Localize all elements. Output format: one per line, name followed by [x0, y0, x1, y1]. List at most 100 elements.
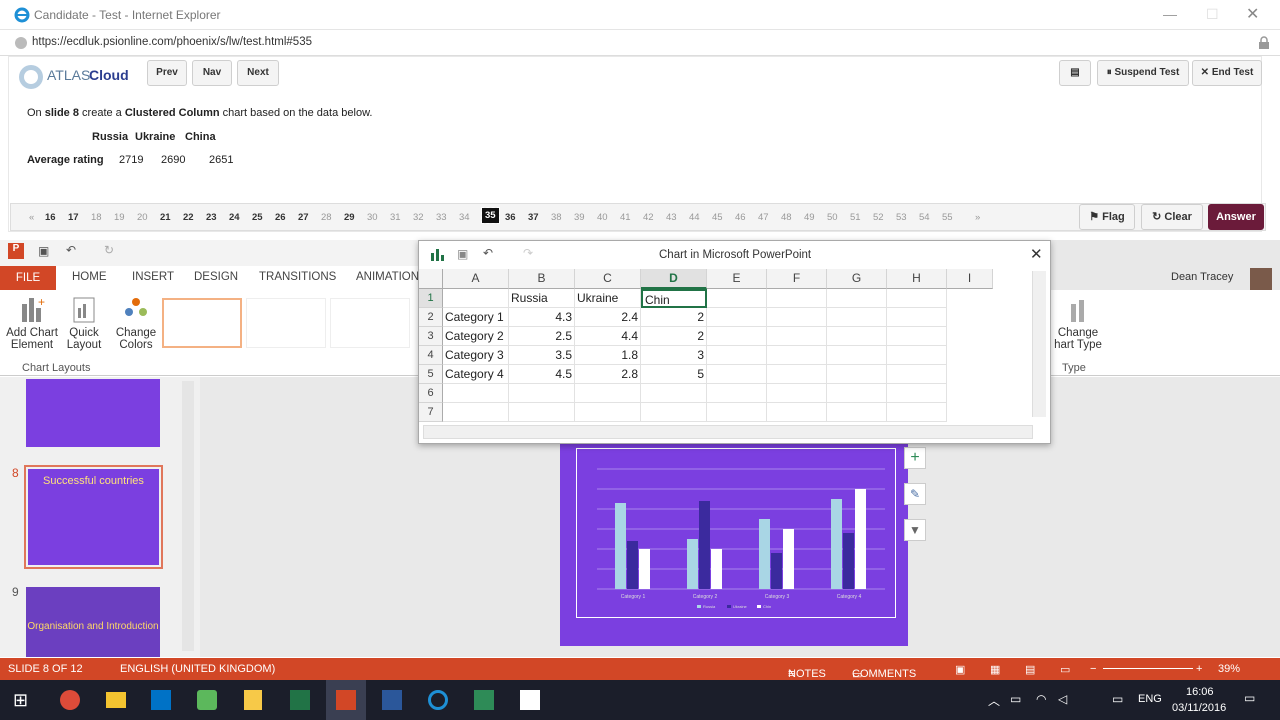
add-chart-element-button[interactable]: + Add Chart Element	[6, 294, 58, 358]
language-indicator[interactable]: ENGLISH (UNITED KINGDOM)	[120, 663, 275, 675]
horizontal-scrollbar[interactable]	[423, 425, 1033, 439]
spreadsheet-cell[interactable]: Category 3	[443, 346, 509, 365]
spreadsheet-cell[interactable]	[887, 308, 947, 327]
volume-icon[interactable]: ◁	[1058, 692, 1067, 706]
undo-icon[interactable]: ↶	[66, 243, 76, 257]
column-header[interactable]: A	[443, 269, 509, 289]
tray-chevron-icon[interactable]: ︿	[988, 692, 1000, 709]
slide-thumbnail-8[interactable]: Successful countries	[24, 465, 163, 569]
spreadsheet-cell[interactable]	[827, 346, 887, 365]
tab-transitions[interactable]: TRANSITIONS	[259, 271, 336, 283]
spreadsheet-cell[interactable]	[767, 308, 827, 327]
suspend-test-button[interactable]: ⏸ Suspend Test	[1097, 60, 1189, 86]
spreadsheet-cell[interactable]: 2	[641, 327, 707, 346]
spreadsheet-cell[interactable]: 4.5	[509, 365, 575, 384]
outlook-icon[interactable]	[151, 690, 171, 710]
spreadsheet-cell[interactable]	[707, 289, 767, 308]
minimize-icon[interactable]: —	[1163, 6, 1177, 22]
spreadsheet-cell[interactable]	[887, 327, 947, 346]
spreadsheet-cell[interactable]	[767, 327, 827, 346]
spreadsheet-cell[interactable]	[887, 384, 947, 403]
chart-style-3[interactable]	[330, 298, 410, 348]
question-link[interactable]: 21	[160, 212, 171, 223]
language-tray[interactable]: ENG	[1138, 693, 1162, 705]
thumbnail-scrollbar[interactable]	[182, 381, 194, 651]
flag-button[interactable]: ⚑ Flag	[1079, 204, 1135, 230]
excel-close-icon[interactable]: ✕	[1030, 245, 1043, 263]
tab-home[interactable]: HOME	[72, 271, 107, 283]
tab-file[interactable]: FILE	[0, 266, 56, 290]
spreadsheet-cell[interactable]	[767, 346, 827, 365]
zoom-slider[interactable]	[1103, 668, 1193, 669]
spreadsheet-cell[interactable]: Chin	[641, 289, 707, 308]
spreadsheet-cell[interactable]	[707, 327, 767, 346]
spreadsheet-cell[interactable]	[827, 403, 887, 422]
maximize-icon[interactable]: ☐	[1206, 6, 1219, 23]
wifi-icon[interactable]: ◠	[1036, 692, 1046, 706]
next-button[interactable]: Next	[237, 60, 279, 86]
excel-app-icon[interactable]	[290, 690, 310, 710]
app-c-white-icon[interactable]	[520, 690, 540, 710]
spreadsheet-cell[interactable]	[767, 384, 827, 403]
question-link[interactable]: 52	[873, 212, 884, 223]
bar-russia-3[interactable]	[759, 519, 770, 589]
spreadsheet-cell[interactable]: 5	[641, 365, 707, 384]
slide-thumbnail-7[interactable]	[26, 379, 160, 447]
question-link[interactable]: 37	[528, 212, 539, 223]
question-link[interactable]: 50	[827, 212, 838, 223]
spreadsheet-cell[interactable]	[707, 346, 767, 365]
row-header[interactable]: 1	[419, 289, 443, 308]
question-link[interactable]: 18	[91, 212, 102, 223]
row-header[interactable]: 2	[419, 308, 443, 327]
spreadsheet-cell[interactable]	[887, 289, 947, 308]
spreadsheet-cell[interactable]: 3.5	[509, 346, 575, 365]
clock-date[interactable]: 03/11/2016	[1172, 702, 1226, 714]
question-link[interactable]: 25	[252, 212, 263, 223]
spreadsheet-cell[interactable]	[767, 403, 827, 422]
question-link[interactable]: 38	[551, 212, 562, 223]
powerpoint-app-icon[interactable]	[336, 690, 356, 710]
spreadsheet-cell[interactable]: 2	[641, 308, 707, 327]
nav-button[interactable]: Nav	[192, 60, 232, 86]
end-test-button[interactable]: ✕ End Test	[1192, 60, 1262, 86]
bar-chin-3[interactable]	[783, 529, 794, 589]
bar-russia-4[interactable]	[831, 499, 842, 589]
question-link[interactable]: 32	[413, 212, 424, 223]
row-header[interactable]: 5	[419, 365, 443, 384]
question-link[interactable]: 24	[229, 212, 240, 223]
spreadsheet-cell[interactable]	[767, 365, 827, 384]
question-link[interactable]: 31	[390, 212, 401, 223]
change-chart-type-button[interactable]: Change hart Type	[1050, 298, 1106, 362]
question-link[interactable]: 43	[666, 212, 677, 223]
close-icon[interactable]: ✕	[1246, 4, 1259, 24]
tab-animations[interactable]: ANIMATION	[356, 271, 419, 283]
question-link[interactable]: 39	[574, 212, 585, 223]
question-link[interactable]: 20	[137, 212, 148, 223]
first-page-link[interactable]: «	[29, 212, 34, 223]
internet-explorer-icon[interactable]	[428, 690, 448, 710]
question-link[interactable]: 45	[712, 212, 723, 223]
question-link[interactable]: 27	[298, 212, 309, 223]
question-link[interactable]: 33	[436, 212, 447, 223]
spreadsheet-cell[interactable]	[443, 403, 509, 422]
spreadsheet-cell[interactable]	[575, 403, 641, 422]
spreadsheet-cell[interactable]	[887, 365, 947, 384]
bar-ukraine-4[interactable]	[843, 533, 854, 589]
spreadsheet-cell[interactable]: Category 2	[443, 327, 509, 346]
spreadsheet-cell[interactable]	[443, 289, 509, 308]
chart-elements-button[interactable]: +	[904, 447, 926, 469]
spreadsheet-cell[interactable]	[641, 384, 707, 403]
spreadsheet-cell[interactable]: 4.3	[509, 308, 575, 327]
question-link[interactable]: 35	[481, 207, 500, 224]
spreadsheet-cell[interactable]	[707, 308, 767, 327]
chrome-icon[interactable]	[60, 690, 80, 710]
keep-icon[interactable]	[244, 690, 262, 710]
column-header[interactable]: D	[641, 269, 707, 289]
notification-icon[interactable]: ▭	[1244, 691, 1255, 705]
spreadsheet-cell[interactable]	[509, 384, 575, 403]
spreadsheet-cell[interactable]	[827, 308, 887, 327]
bar-ukraine-2[interactable]	[699, 501, 710, 589]
column-header[interactable]: F	[767, 269, 827, 289]
app-go-icon[interactable]	[197, 690, 217, 710]
chart-style-1[interactable]	[162, 298, 242, 348]
